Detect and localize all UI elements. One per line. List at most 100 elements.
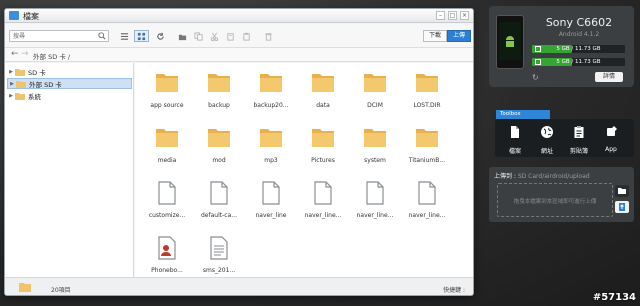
sidebar-item-label: 系統	[28, 92, 41, 101]
file-item[interactable]: default-ca...	[191, 181, 247, 225]
expand-arrow-icon[interactable]: ▶	[7, 69, 15, 75]
file-icon	[210, 181, 228, 205]
sidebar-item-sd-card[interactable]: ▶ SD 卡	[7, 66, 132, 77]
breadcrumb[interactable]: 外部 SD 卡 /	[33, 51, 70, 61]
file-item[interactable]: naver_line...	[399, 181, 455, 225]
maximize-button[interactable]: □	[448, 11, 457, 20]
folder-item[interactable]: TitaniumB...	[399, 126, 455, 170]
folder-icon	[19, 283, 31, 292]
tool-label: 網址	[540, 148, 553, 155]
file-name: naver_line	[255, 212, 287, 219]
file-icon	[262, 181, 280, 205]
title-bar[interactable]: 檔案 – □ ×	[5, 9, 473, 23]
grid-view-icon	[137, 32, 146, 40]
delete-button[interactable]	[261, 30, 276, 42]
toolbox-tab: Toolbox	[496, 110, 550, 119]
file-name: naver_line...	[304, 212, 342, 219]
toolbox-url-button[interactable]: 網址	[533, 121, 561, 155]
minimize-button[interactable]: –	[436, 11, 445, 20]
folder-item[interactable]: media	[139, 126, 195, 170]
search-icon[interactable]	[98, 32, 106, 40]
folder-item[interactable]: app source	[139, 71, 195, 115]
folder-item[interactable]: system	[347, 126, 403, 170]
files-app-icon	[9, 11, 19, 20]
folder-icon	[312, 74, 334, 92]
folder-item[interactable]: DCIM	[347, 71, 403, 115]
upload-folder-button[interactable]	[615, 185, 629, 197]
drop-hint: 拖曳本檔案到本區域即可進行上傳	[513, 199, 597, 205]
folder-icon	[260, 129, 282, 147]
upload-label: 上傳到 :	[494, 173, 518, 180]
file-item[interactable]: Phonebo...	[139, 236, 195, 280]
search-box	[9, 30, 109, 42]
file-item[interactable]: customize...	[139, 181, 195, 225]
toolbox-clipboard-button[interactable]: 剪貼簿	[565, 121, 593, 155]
file-item[interactable]: naver_line	[243, 181, 299, 225]
status-bar: 20項目 快捷鍵 :	[5, 277, 473, 295]
toolbox-files-button[interactable]: 檔案	[501, 121, 529, 155]
file-name: LOST.DIR	[413, 102, 441, 109]
upload-file-button[interactable]	[615, 201, 629, 213]
refresh-button[interactable]	[153, 30, 168, 42]
tool-label: 檔案	[508, 148, 521, 155]
folder-item[interactable]: data	[295, 71, 351, 115]
list-view-button[interactable]	[117, 30, 132, 42]
expand-arrow-icon[interactable]: ▶	[8, 81, 16, 87]
text-file-icon	[210, 236, 228, 260]
folder-icon	[156, 129, 178, 147]
paste-button[interactable]	[239, 30, 254, 42]
file-item[interactable]: naver_line...	[347, 181, 403, 225]
file-name: backup	[208, 102, 230, 109]
details-button[interactable]: 詳情	[595, 72, 623, 82]
folder-item[interactable]: backup	[191, 71, 247, 115]
file-item[interactable]: sms_201...	[191, 236, 247, 280]
folder-item[interactable]: backup20...	[243, 71, 299, 115]
sidebar-item-external-sd-card[interactable]: ▶ 外部 SD 卡	[7, 78, 132, 89]
file-name: naver_line...	[356, 212, 394, 219]
contact-file-icon	[158, 236, 176, 260]
upload-drop-zone[interactable]: 拖曳本檔案到本區域即可進行上傳	[497, 183, 613, 217]
cut-button[interactable]	[207, 30, 222, 42]
storage-bar-internal: 5 GB / 11.73 GB	[532, 45, 625, 53]
storage-label: 5 GB / 11.73 GB	[556, 46, 601, 52]
copy-button[interactable]	[191, 30, 206, 42]
refresh-icon	[157, 32, 164, 40]
sidebar-item-system[interactable]: ▶ 系統	[7, 90, 132, 101]
duplicate-button[interactable]	[223, 30, 238, 42]
folder-icon	[364, 129, 386, 147]
folder-item[interactable]: Pictures	[295, 126, 351, 170]
file-item[interactable]: naver_line...	[295, 181, 351, 225]
list-view-icon	[120, 32, 129, 40]
device-panel: Sony C6602 Android 4.1.2 5 GB / 11.73 GB…	[489, 6, 634, 87]
upload-button[interactable]: 上傳	[447, 30, 472, 42]
file-name: naver_line...	[408, 212, 446, 219]
toolbox-app-button[interactable]: App	[597, 121, 625, 155]
upload-panel: 上傳到 : SD Card/airdroid/upload 拖曳本檔案到本區域即…	[489, 167, 634, 222]
search-input[interactable]	[10, 31, 94, 41]
item-count: 20項目	[51, 287, 71, 294]
folder-icon	[15, 68, 25, 76]
expand-arrow-icon[interactable]: ▶	[7, 93, 15, 99]
toolbar: 下載 上傳	[5, 24, 473, 48]
back-arrow-icon[interactable]: ←	[11, 49, 19, 59]
download-button[interactable]: 下載	[423, 30, 448, 42]
device-refresh-icon[interactable]: ↻	[532, 73, 539, 82]
file-name: data	[316, 102, 330, 109]
folder-icon	[260, 74, 282, 92]
clipboard-icon	[574, 126, 584, 138]
folder-item[interactable]: LOST.DIR	[399, 71, 455, 115]
file-name: TitaniumB...	[408, 157, 446, 164]
watermark: #57134	[592, 292, 636, 303]
grid-view-button[interactable]	[134, 30, 149, 42]
new-folder-button[interactable]	[175, 30, 190, 42]
folder-item[interactable]: mp3	[243, 126, 299, 170]
duplicate-icon	[227, 32, 234, 41]
close-button[interactable]: ×	[460, 11, 469, 20]
shortcut-link[interactable]: 快捷鍵 :	[443, 285, 465, 294]
forward-arrow-icon[interactable]: →	[21, 49, 29, 59]
file-name: default-ca...	[201, 212, 237, 219]
upload-file-icon	[619, 203, 625, 211]
file-name: mod	[212, 157, 226, 164]
upload-path[interactable]: SD Card/airdroid/upload	[518, 173, 590, 180]
folder-item[interactable]: mod	[191, 126, 247, 170]
